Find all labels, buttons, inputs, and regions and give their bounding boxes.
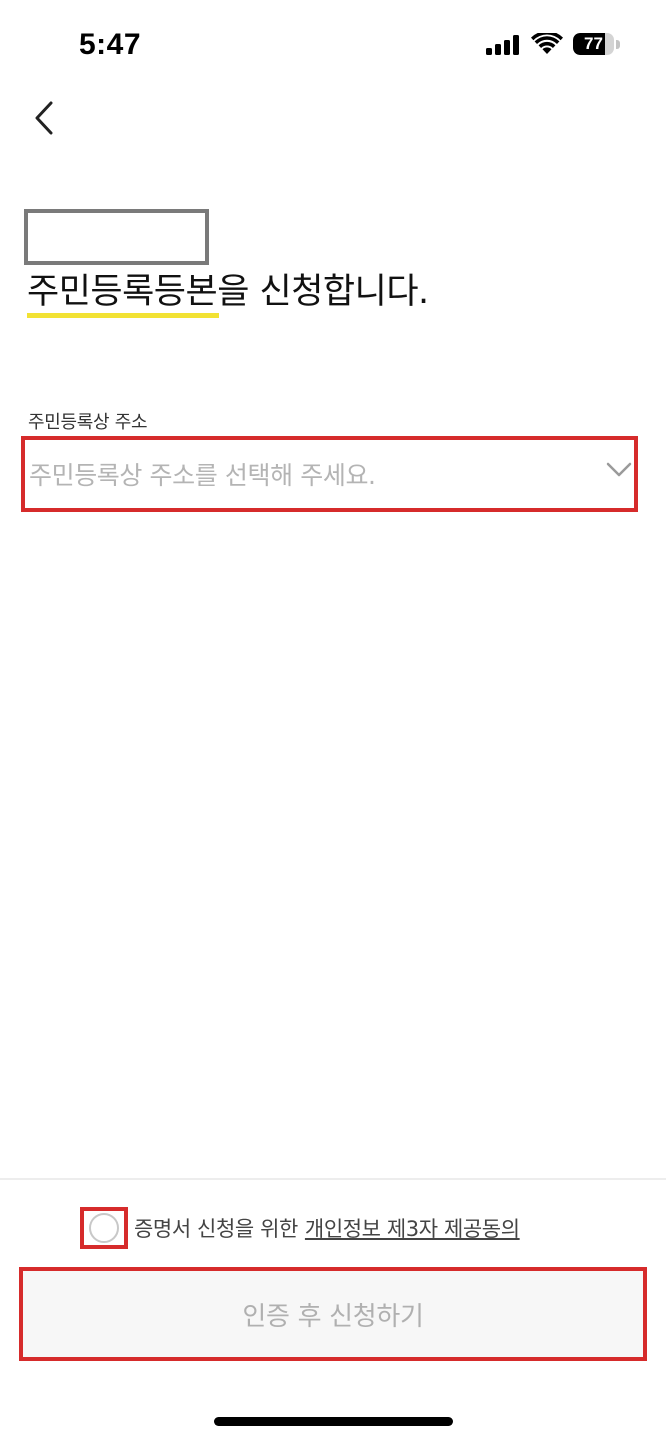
consent-checkbox[interactable] bbox=[80, 1207, 128, 1249]
redacted-name-box bbox=[24, 209, 209, 265]
address-select[interactable]: 주민등록상 주소를 선택해 주세요. bbox=[21, 436, 638, 512]
radio-circle-icon bbox=[89, 1213, 119, 1243]
home-indicator bbox=[214, 1417, 453, 1426]
title-suffix: 을 신청합니다. bbox=[217, 272, 429, 312]
consent-text: 증명서 신청을 위한 bbox=[134, 1217, 298, 1241]
app-screen: 5:47 77 주민등록등본을 신청합니다. 주민등록상 주소 주민등록상 주소… bbox=[0, 0, 666, 1440]
battery-icon: 77 bbox=[573, 33, 614, 55]
wifi-icon bbox=[531, 33, 563, 54]
consent-row: 증명서 신청을 위한 개인정보 제3자 제공동의 bbox=[80, 1205, 520, 1251]
title-highlight: 주민등록등본 bbox=[27, 268, 220, 318]
address-placeholder: 주민등록상 주소를 선택해 주세요. bbox=[29, 461, 376, 490]
chevron-down-icon bbox=[606, 462, 632, 477]
cellular-signal-icon bbox=[486, 35, 519, 55]
battery-cap bbox=[616, 40, 620, 49]
privacy-consent-link[interactable]: 개인정보 제3자 제공동의 bbox=[305, 1213, 520, 1243]
status-bar: 5:47 77 bbox=[0, 0, 666, 90]
battery-level: 77 bbox=[584, 34, 603, 53]
submit-after-auth-button[interactable]: 인증 후 신청하기 bbox=[19, 1267, 647, 1361]
submit-label: 인증 후 신청하기 bbox=[242, 1301, 424, 1332]
address-field-label: 주민등록상 주소 bbox=[28, 412, 148, 433]
page-title: 주민등록등본을 신청합니다. bbox=[27, 268, 429, 318]
bottom-divider bbox=[0, 1178, 666, 1180]
status-time: 5:47 bbox=[79, 28, 142, 61]
title-document-name: 주민등록등본 bbox=[27, 272, 218, 312]
back-button[interactable] bbox=[22, 96, 66, 140]
chevron-left-icon bbox=[35, 101, 53, 135]
battery-indicator: 77 bbox=[573, 33, 621, 57]
